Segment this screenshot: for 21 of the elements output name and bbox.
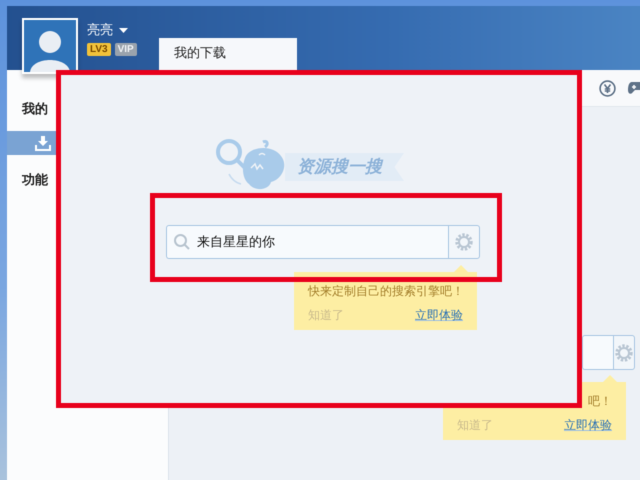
try-now-link[interactable]: 立即体验 <box>564 417 612 434</box>
gear-icon <box>614 342 634 362</box>
download-icon <box>35 136 51 150</box>
vip-badge: VIP <box>114 43 137 56</box>
avatar-icon[interactable] <box>22 18 78 74</box>
sidebar-heading: 我的 <box>22 100 49 118</box>
gear-icon <box>454 232 474 252</box>
logo-banner: 资源搜一搜 <box>285 153 404 181</box>
user-name[interactable]: 亮亮 <box>87 21 113 39</box>
sidebar-item[interactable] <box>7 131 56 155</box>
tab[interactable]: 我的下载 <box>159 38 297 70</box>
try-now-link[interactable]: 立即体验 <box>415 307 463 324</box>
caret-icon[interactable] <box>119 28 128 32</box>
search-field[interactable]: 来自星星的你 <box>166 225 448 259</box>
tooltip-message: 快来定制自己的搜索引擎吧！ <box>308 283 464 300</box>
sidebar-heading: 功能 <box>22 171 49 189</box>
tooltip-message: 吧！ <box>588 393 612 410</box>
search-field[interactable] <box>582 335 613 370</box>
level-badge: LV3 <box>87 43 111 56</box>
yen-coin-icon[interactable] <box>599 80 616 96</box>
search-icon <box>173 233 191 251</box>
